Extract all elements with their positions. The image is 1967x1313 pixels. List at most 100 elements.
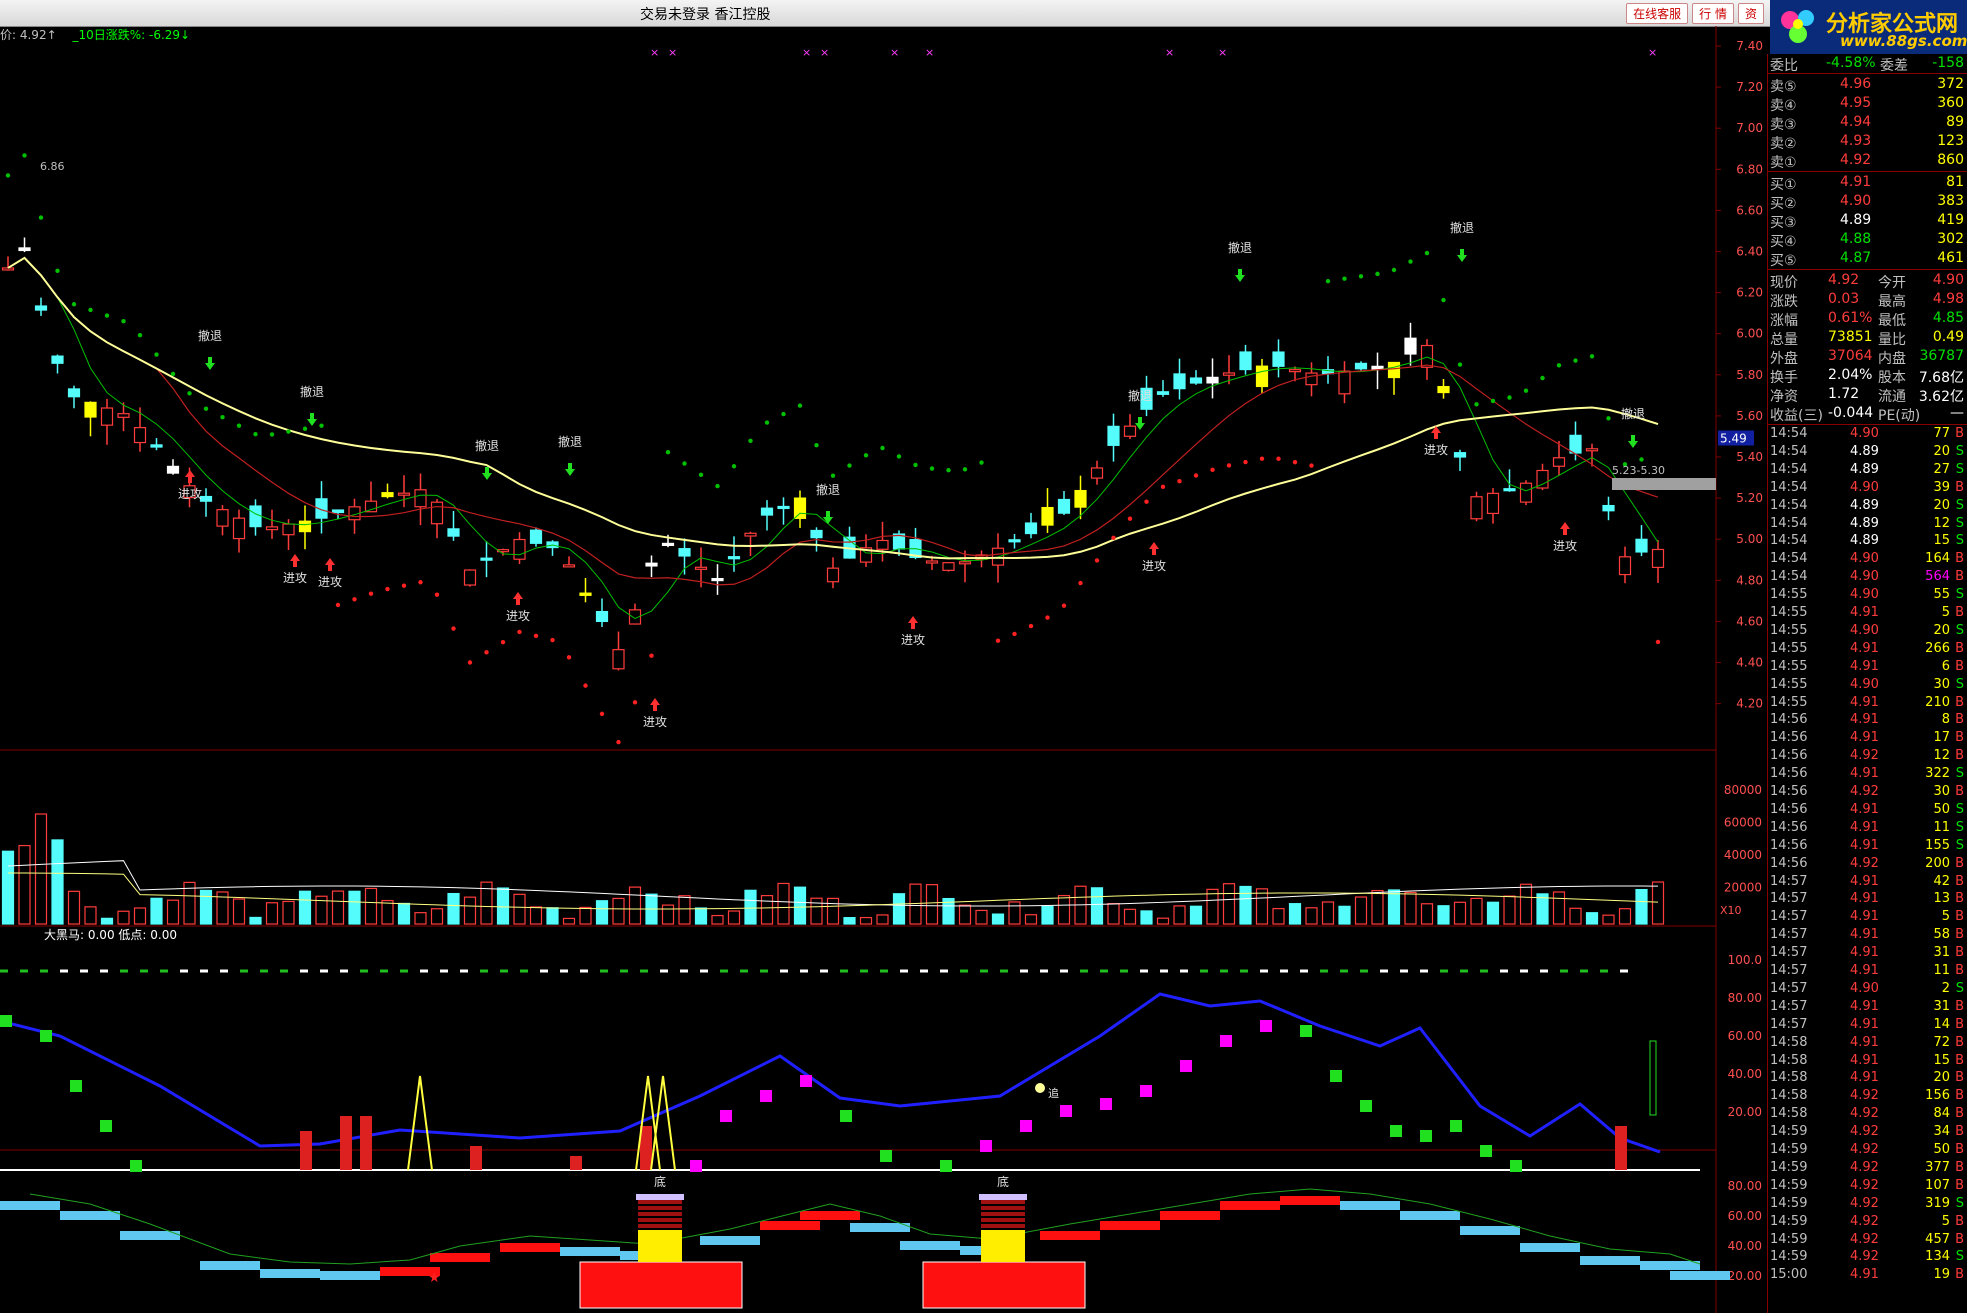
tick-price: 4.89 [1850, 515, 1879, 531]
candle-body [1503, 488, 1516, 492]
quote-button[interactable]: 行 情 [1692, 3, 1734, 24]
retreat-label: 撤退 [475, 438, 499, 453]
online-service-button[interactable]: 在线客服 [1626, 3, 1689, 24]
tick-price: 4.91 [1850, 1070, 1879, 1086]
sar-dot [1540, 375, 1545, 381]
candle-body [612, 649, 625, 670]
tick-side: B [1955, 1213, 1964, 1229]
volume-bar [364, 887, 378, 925]
attack-arrow-icon [650, 698, 660, 711]
sar-dot [748, 438, 753, 444]
candle-body [1206, 376, 1219, 384]
star-marker-icon: ★ [428, 1270, 441, 1286]
sar-dot [236, 423, 242, 428]
tick-side: B [1955, 1106, 1964, 1122]
volume-bar [51, 839, 64, 925]
tick-time: 14:57 [1770, 1016, 1808, 1032]
tick-side: S [1955, 676, 1964, 692]
volume-bar [1338, 905, 1351, 925]
tick-row: 14:54 4.90 39 B [1768, 480, 1967, 498]
sar-dot [1193, 473, 1199, 478]
sar-dot [500, 639, 506, 645]
tick-volume: 5 [1941, 909, 1950, 925]
tick-price: 4.90 [1850, 980, 1879, 996]
indicator2-axis-label: 60.00 [1728, 1209, 1762, 1223]
tick-row: 14:54 4.90 77 B [1768, 426, 1967, 444]
stat-value-2: 0.49 [1932, 329, 1964, 345]
volume-bar [1602, 914, 1615, 925]
sar-dot [5, 173, 11, 178]
tick-price: 4.92 [1850, 1106, 1879, 1122]
tick-time: 14:56 [1770, 837, 1808, 853]
tick-side: S [1955, 497, 1964, 513]
tick-row: 14:57 4.91 58 B [1768, 927, 1967, 945]
stat-value: 4.92 [1828, 272, 1860, 288]
tick-volume: 42 [1933, 873, 1950, 889]
sar-dot [352, 597, 357, 602]
volume-bar [1090, 887, 1104, 925]
sar-dot [847, 463, 852, 468]
info-button[interactable]: 资 [1737, 3, 1764, 24]
tick-volume: 50 [1933, 1142, 1950, 1157]
brand-logo: 分析家公式网 www.88gs.com [1770, 0, 1967, 54]
indicator-step-block [1020, 1120, 1032, 1132]
high-price-label: 6.86 [40, 160, 65, 173]
tick-time: 14:56 [1770, 748, 1808, 764]
stat-label-2: 量比 [1878, 332, 1906, 348]
tick-side: B [1955, 927, 1964, 943]
sar-dot [698, 472, 704, 478]
price-axis-label: 6.80 [1736, 162, 1763, 176]
tick-price: 4.92 [1850, 1195, 1879, 1211]
tick-price: 4.91 [1850, 694, 1879, 710]
volume-bar [1107, 902, 1120, 925]
tick-time: 14:54 [1770, 426, 1808, 441]
sar-dot [1210, 467, 1215, 473]
indicator-step-block [690, 1160, 702, 1172]
legend-price: 价: 4.92↑ [0, 28, 57, 42]
sar-dot [203, 406, 209, 411]
sar-dot [1144, 499, 1149, 504]
sar-dot [616, 739, 621, 745]
sar-dot [1160, 484, 1166, 489]
tick-row: 14:54 4.90 564 B [1768, 569, 1967, 587]
stat-label-2: 最低 [1878, 313, 1906, 329]
volume-bar [777, 882, 790, 925]
tick-price: 4.91 [1850, 891, 1879, 907]
volume-bar [67, 890, 81, 925]
indicator-step-block [130, 1160, 142, 1172]
tick-side: B [1955, 426, 1964, 441]
indicator-red-bar [640, 1126, 652, 1170]
indicator-step-block [980, 1140, 992, 1152]
tick-row: 14:59 4.92 50 B [1768, 1142, 1967, 1160]
bottom-label: 底 [997, 1174, 1009, 1189]
volume-bar [1585, 912, 1599, 925]
tick-price: 4.92 [1850, 1124, 1879, 1140]
stat-row: 涨幅 0.61% 最低 4.85 [1768, 309, 1967, 329]
tick-side: B [1955, 569, 1964, 585]
tick-side: S [1955, 819, 1964, 835]
tick-row: 14:59 4.92 319 S [1768, 1196, 1967, 1214]
tick-time: 14:57 [1770, 909, 1808, 925]
tick-price: 4.90 [1850, 676, 1879, 692]
sar-dot [979, 460, 984, 465]
quote-panel: 委比 -4.58% 委差 -158 卖⑤ 4.96 372 卖④ 4.95 360 卖③ 4.94 89… [1767, 54, 1967, 1313]
volume-bar [463, 896, 477, 925]
bottom-signal-block [981, 1230, 1025, 1262]
tick-side: S [1955, 837, 1964, 853]
tick-time: 14:57 [1770, 980, 1808, 996]
tick-row: 14:59 4.92 107 B [1768, 1178, 1967, 1196]
kline-chart[interactable]: 7.40 7.20 7.00 6.80 6.60 6.40 6.20 6.00 5.80 5.60… [0, 26, 1767, 1313]
volume-bar [1420, 903, 1434, 925]
stat-value-2: 3.62亿 [1918, 389, 1964, 405]
sell-volume: 372 [1937, 76, 1964, 92]
tick-volume: 200 [1925, 855, 1950, 871]
tick-volume: 319 [1925, 1195, 1950, 1211]
tick-time: 14:59 [1770, 1142, 1808, 1157]
volume-bar [282, 900, 295, 925]
tick-time: 14:57 [1770, 927, 1808, 943]
sar-dot [401, 583, 407, 588]
tick-price: 4.91 [1850, 998, 1879, 1014]
add-label: 追 [1048, 1086, 1059, 1100]
buy-level-row: 买① 4.91 81 [1768, 173, 1967, 193]
tick-side: B [1955, 909, 1964, 925]
